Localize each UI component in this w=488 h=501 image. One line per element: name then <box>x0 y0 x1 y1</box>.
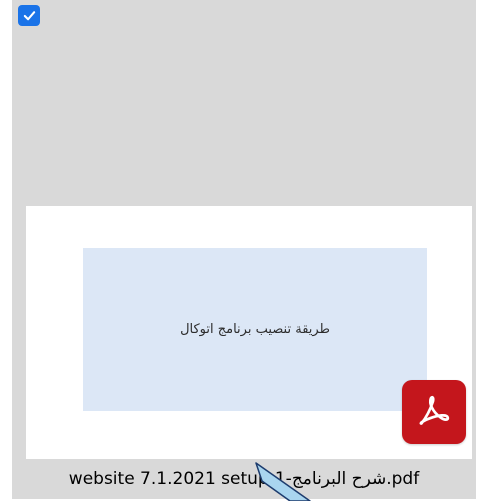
checkmark-icon <box>23 11 35 21</box>
adobe-acrobat-pdf-icon <box>402 380 466 444</box>
thumbnail-title: طريقة تنصيب برنامج اتوكال <box>180 322 330 337</box>
file-name-label[interactable]: website 7.1.2021 setup-1-شرح البرنامج.pd… <box>12 463 476 495</box>
select-checkbox[interactable] <box>18 5 40 26</box>
pdf-thumbnail: طريقة تنصيب برنامج اتوكال <box>83 248 427 411</box>
